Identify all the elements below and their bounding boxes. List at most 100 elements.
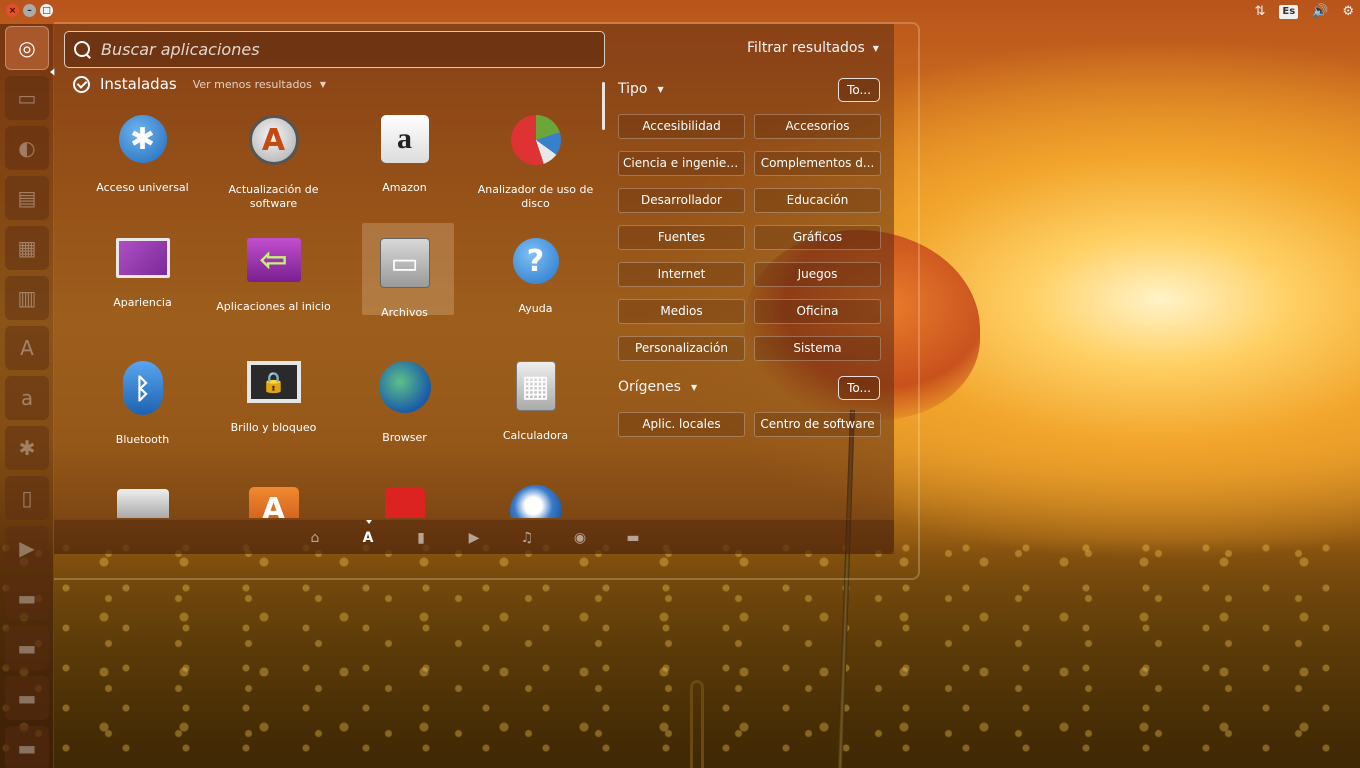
disk-usage-icon (510, 115, 561, 165)
launcher-drive-icon[interactable]: ▬ (5, 676, 49, 720)
window-controls: × – □ (6, 4, 53, 17)
filter-option-medios[interactable]: Medios (618, 299, 745, 324)
video-lens-icon[interactable]: ▶ (464, 529, 484, 547)
app-item[interactable]: ▦ Calculadora (470, 346, 601, 469)
network-icon[interactable]: ⇅ (1254, 2, 1265, 22)
filter-option-software-center[interactable]: Centro de software (754, 412, 881, 437)
filter-option-internet[interactable]: Internet (618, 262, 745, 287)
app-item-selected[interactable]: ▭ Archivos (339, 223, 470, 346)
search-input[interactable] (101, 40, 581, 59)
app-item[interactable] (339, 469, 470, 518)
wallpaper-stem-small (690, 680, 704, 768)
filter-option-personalizacion[interactable]: Personalización (618, 336, 745, 361)
accessibility-icon: ✱ (118, 115, 167, 163)
music-lens-icon[interactable]: ♫ (517, 529, 537, 547)
filter-option-educacion[interactable]: Educación (754, 188, 881, 213)
app-item[interactable] (470, 469, 601, 518)
launcher-dash-home-button[interactable]: ◎ (5, 26, 49, 70)
filter-option-juegos[interactable]: Juegos (754, 262, 881, 287)
files-lens-icon[interactable]: ▮ (411, 529, 431, 547)
app-label: Brillo y bloqueo (230, 421, 317, 434)
home-lens-icon[interactable]: ⌂ (305, 529, 325, 547)
camera-icon (116, 489, 169, 518)
filter-type-all-button[interactable]: To... (838, 78, 880, 102)
launcher-system-settings-icon[interactable]: ✱ (5, 426, 49, 470)
category-header: Instaladas Ver menos resultados ▼ (73, 75, 326, 93)
ubuntu-logo-icon: ◎ (18, 36, 36, 60)
app-item[interactable]: A Actualización de software (208, 100, 339, 223)
launcher-software-center-icon[interactable]: A (5, 326, 49, 370)
app-item[interactable]: 🔒 Brillo y bloqueo (208, 346, 339, 469)
launcher-impress-icon[interactable]: ▥ (5, 276, 49, 320)
app-label: Browser (382, 431, 427, 444)
indicator-area: ⇅ Es 🔊 ⚙ (1254, 2, 1354, 22)
app-label: Ayuda (518, 302, 553, 315)
scrollbar[interactable] (602, 82, 605, 130)
see-fewer-results-button[interactable]: Ver menos resultados ▼ (193, 78, 326, 91)
filter-option-sistema[interactable]: Sistema (754, 336, 881, 361)
files-icon: ▭ (379, 238, 430, 288)
app-item[interactable]: Apariencia (77, 223, 208, 346)
filter-option-accesorios[interactable]: Accesorios (754, 114, 881, 139)
close-button[interactable]: × (6, 4, 19, 17)
app-grid: ✱ Acceso universal A Actualización de so… (77, 100, 601, 518)
thunderbird-icon (509, 485, 562, 518)
keyboard-layout-indicator[interactable]: Es (1279, 5, 1299, 19)
app-item[interactable]: ⇦ Aplicaciones al inicio (208, 223, 339, 346)
see-fewer-results-label: Ver menos resultados (192, 77, 312, 91)
caret-down-icon: ▼ (319, 79, 327, 89)
app-label: Acceso universal (96, 181, 189, 194)
filter-sources-title: Orígenes (618, 379, 681, 395)
filter-type-header[interactable]: Tipo ▼ (618, 81, 664, 97)
app-item[interactable]: ? Ayuda (470, 223, 601, 346)
app-label: Archivos (381, 306, 428, 319)
photos-lens-icon[interactable]: ◉ (570, 529, 590, 547)
appearance-icon (115, 238, 170, 278)
filter-type-title: Tipo (618, 81, 648, 97)
filter-option-ciencia[interactable]: Ciencia e ingeniería (618, 151, 745, 176)
app-item[interactable] (77, 469, 208, 518)
filter-option-desarrollador[interactable]: Desarrollador (618, 188, 745, 213)
filter-option-fuentes[interactable]: Fuentes (618, 225, 745, 250)
gear-icon[interactable]: ⚙ (1342, 2, 1354, 22)
launcher-video-icon[interactable]: ▶ (5, 526, 49, 570)
app-item[interactable]: a Amazon (339, 100, 470, 223)
app-item[interactable]: Browser (339, 346, 470, 469)
filter-option-local-apps[interactable]: Aplic. locales (618, 412, 745, 437)
search-box[interactable] (64, 31, 605, 68)
launcher-drive-icon[interactable]: ▬ (5, 576, 49, 620)
app-item[interactable]: ᛒ Bluetooth (77, 346, 208, 469)
filter-option-oficina[interactable]: Oficina (754, 299, 881, 324)
browser-icon (378, 361, 431, 413)
filter-sources-header[interactable]: Orígenes ▼ (618, 379, 697, 395)
joystick-icon (384, 487, 425, 518)
calculator-icon: ▦ (515, 361, 556, 411)
filter-option-graficos[interactable]: Gráficos (754, 225, 881, 250)
check-circle-icon (73, 75, 90, 93)
launcher-trash-icon[interactable]: ▬ (5, 726, 49, 768)
software-update-icon: A (248, 115, 299, 165)
applications-lens-icon[interactable]: A (358, 529, 378, 547)
launcher-workspace-icon[interactable]: ▯ (5, 476, 49, 520)
launcher-files-icon[interactable]: ▭ (5, 76, 49, 120)
help-icon: ? (512, 238, 559, 284)
app-item[interactable]: ✱ Acceso universal (77, 100, 208, 223)
maximize-button[interactable]: □ (40, 4, 53, 17)
launcher-drive-icon[interactable]: ▬ (5, 626, 49, 670)
filter-results-toggle[interactable]: Filtrar resultados ▼ (747, 40, 879, 56)
launcher-calc-icon[interactable]: ▦ (5, 226, 49, 270)
app-item[interactable]: A (208, 469, 339, 518)
launcher-amazon-icon[interactable]: a (5, 376, 49, 420)
launcher-writer-icon[interactable]: ▤ (5, 176, 49, 220)
filter-option-accesibilidad[interactable]: Accesibilidad (618, 114, 745, 139)
minimize-button[interactable]: – (23, 4, 36, 17)
filter-option-complementos[interactable]: Complementos d... (754, 151, 881, 176)
filter-sources-all-button[interactable]: To... (838, 376, 880, 400)
social-lens-icon[interactable]: ▬ (623, 529, 643, 547)
launcher-firefox-icon[interactable]: ◐ (5, 126, 49, 170)
app-item[interactable]: Analizador de uso de disco (470, 100, 601, 223)
volume-icon[interactable]: 🔊 (1312, 2, 1328, 22)
wallpaper-field (0, 540, 1360, 768)
active-lens-marker-icon (366, 520, 372, 524)
startup-apps-icon: ⇦ (246, 238, 301, 282)
